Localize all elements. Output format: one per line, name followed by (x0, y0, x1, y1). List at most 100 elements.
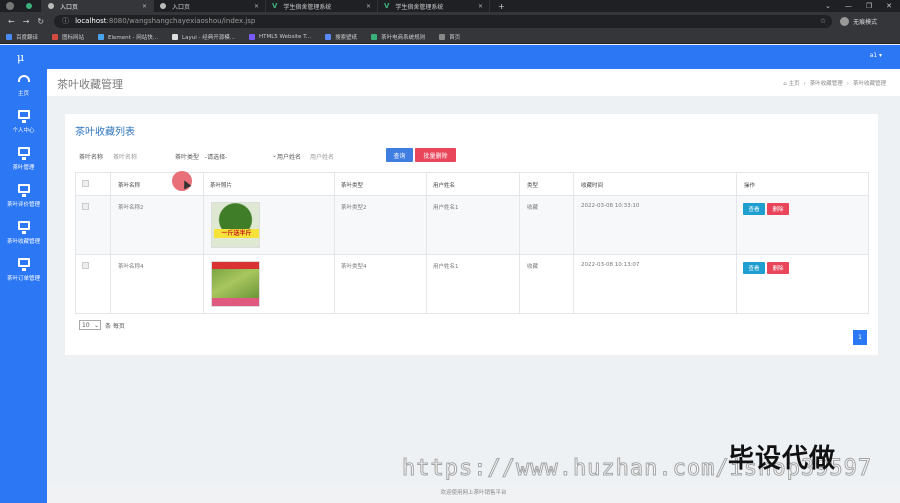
delete-button[interactable]: 删除 (767, 203, 789, 215)
sidebar-item-label: 茶叶评价管理 (6, 201, 40, 208)
breadcrumb: ⌂ 主页 › 茶叶收藏管理 › 茶叶收藏管理 (783, 79, 886, 87)
tab-label: 入口页 (172, 3, 191, 11)
tea-type-select[interactable]: -请选择- ⌄ (205, 152, 277, 161)
tea-name-cell: 茶叶名称4 (118, 264, 144, 270)
bookmark-label: 搜索壁纸 (335, 34, 358, 41)
bookmark-label: 百度翻译 (16, 34, 39, 41)
tea-name-input[interactable]: 茶叶名称 (113, 152, 137, 161)
reload-icon[interactable]: ↻ (37, 17, 44, 26)
bookmark-icon (439, 33, 446, 40)
new-tab-icon[interactable]: + (498, 2, 505, 11)
close-icon[interactable]: ✕ (478, 3, 483, 10)
breadcrumb-section[interactable]: 茶叶收藏管理 (810, 81, 843, 87)
globe-icon (48, 3, 54, 9)
minimize-icon[interactable]: — (845, 2, 852, 10)
browser-tab-2[interactable]: 入口页 ✕ (42, 0, 154, 12)
sidebar-item-favorites[interactable]: 茶叶收藏管理 (0, 214, 47, 251)
view-button[interactable]: 查看 (743, 262, 765, 274)
favorite-time-cell: 2022-03-08 10:13:07 (581, 262, 640, 268)
column-divider (426, 173, 427, 313)
tea-photo: 一斤送半斤 (211, 202, 260, 248)
tab-label: 学生宿舍管理系统 (283, 3, 332, 11)
page-size-value: 10 (82, 321, 90, 329)
page-size-label: 条 每页 (105, 322, 125, 330)
batch-delete-button[interactable]: 批量删除 (415, 148, 456, 162)
bookmark-item[interactable]: 茶叶电商系统规则 (371, 33, 425, 41)
sidebar-item-label: 茶叶订单管理 (6, 275, 40, 282)
bookmark-item[interactable]: 首页 (439, 33, 460, 41)
bookmark-label: Element - 网站快... (108, 34, 159, 41)
close-icon[interactable]: ✕ (142, 3, 147, 10)
photo-caption: 一斤送半斤 (214, 229, 259, 238)
user-name-input[interactable]: 用户姓名 (310, 152, 334, 161)
select-all-checkbox[interactable] (82, 180, 89, 187)
column-divider (573, 173, 574, 313)
tea-type-cell: 茶叶类型4 (341, 264, 367, 270)
breadcrumb-current: 茶叶收藏管理 (852, 81, 886, 87)
bookmark-item[interactable]: 搜索壁纸 (325, 33, 357, 41)
bookmark-icon (98, 33, 105, 40)
sidebar-item-profile[interactable]: 个人中心 (0, 103, 47, 140)
bookmark-item[interactable]: 图标网站 (52, 33, 84, 41)
bookmark-item[interactable]: Element - 网站快... (98, 33, 158, 41)
window-controls: ⌄ — ❐ ✕ (825, 2, 892, 10)
browser-menu-icon[interactable] (6, 2, 14, 10)
row-checkbox[interactable] (82, 262, 89, 269)
footer: 欢迎使用网上茶叶销售平台 (47, 484, 900, 503)
sidebar-item-orders[interactable]: 茶叶订单管理 (0, 251, 47, 288)
column-divider (110, 173, 111, 313)
bookmark-item[interactable]: 百度翻译 (6, 33, 38, 41)
close-icon[interactable]: ✕ (366, 3, 371, 10)
browser-tab-3[interactable]: 入口页 ✕ (154, 0, 266, 12)
browser-tab-1[interactable] (20, 0, 42, 12)
close-window-icon[interactable]: ✕ (886, 2, 892, 10)
browser-tab-5[interactable]: V 学生宿舍管理系统 ✕ (378, 0, 490, 12)
star-icon[interactable]: ☆ (820, 17, 826, 25)
column-header: 用户姓名 (433, 183, 456, 189)
column-divider (334, 173, 335, 313)
bookmark-icon (172, 33, 179, 40)
page-number-button[interactable]: 1 (853, 330, 867, 345)
sidebar-item-label: 个人中心 (12, 127, 35, 134)
page-size-select[interactable]: 10 ⌄ (79, 320, 101, 330)
sidebar-item-label: 茶叶管理 (12, 164, 35, 171)
forward-icon[interactable]: → (23, 17, 30, 26)
sidebar-item-reviews[interactable]: 茶叶评价管理 (0, 177, 47, 214)
bookmark-icon (52, 33, 59, 40)
column-divider (203, 173, 204, 313)
chevron-down-icon: ⌄ (93, 321, 99, 329)
table-header-row: 茶叶名称 茶叶照片 茶叶类型 用户姓名 类型 收藏时间 操作 (76, 173, 868, 196)
dashboard-icon (17, 75, 30, 82)
delete-button[interactable]: 删除 (767, 262, 789, 274)
page-title: 茶叶收藏管理 (57, 78, 123, 91)
vue-icon: V (272, 2, 278, 10)
select-value: -请选择- (205, 154, 228, 161)
user-menu[interactable]: a1 ▾ (870, 52, 882, 59)
chevron-down-icon[interactable]: ⌄ (825, 2, 831, 10)
bookmark-item[interactable]: HTML5 Website T... (248, 33, 311, 40)
maximize-icon[interactable]: ❐ (866, 2, 872, 10)
bookmark-label: 图标网站 (62, 34, 85, 41)
monitor-icon (17, 146, 30, 160)
breadcrumb-home[interactable]: 主页 (789, 81, 800, 87)
panel-title: 茶叶收藏列表 (75, 127, 135, 138)
sidebar-item-home[interactable]: 主页 (0, 69, 47, 103)
column-header: 类型 (527, 183, 539, 189)
incognito-profile[interactable]: 无痕模式 (840, 16, 877, 26)
url-input[interactable]: ⓘ localhost:8080/wangshangchayexiaoshou/… (54, 14, 833, 28)
user-name-cell: 用户姓名1 (433, 205, 459, 211)
page-size-control: 10 ⌄ 条 每页 (79, 320, 125, 330)
browser-tab-4[interactable]: V 学生宿舍管理系统 ✕ (266, 0, 378, 12)
sidebar-item-tea[interactable]: 茶叶管理 (0, 140, 47, 177)
user-name-label: 用户姓名 (277, 154, 302, 161)
globe-icon (160, 3, 166, 9)
view-button[interactable]: 查看 (743, 203, 765, 215)
bookmark-icon (325, 33, 332, 40)
close-icon[interactable]: ✕ (254, 3, 259, 10)
back-icon[interactable]: ← (8, 17, 15, 26)
sidebar: 主页 个人中心 茶叶管理 茶叶评价管理 茶叶收藏管理 茶叶订单管理 (0, 69, 47, 503)
query-button[interactable]: 查询 (386, 148, 413, 162)
bookmark-item[interactable]: Layui - 经典开源模... (172, 33, 235, 41)
row-checkbox[interactable] (82, 203, 89, 210)
column-header: 茶叶名称 (118, 183, 141, 189)
